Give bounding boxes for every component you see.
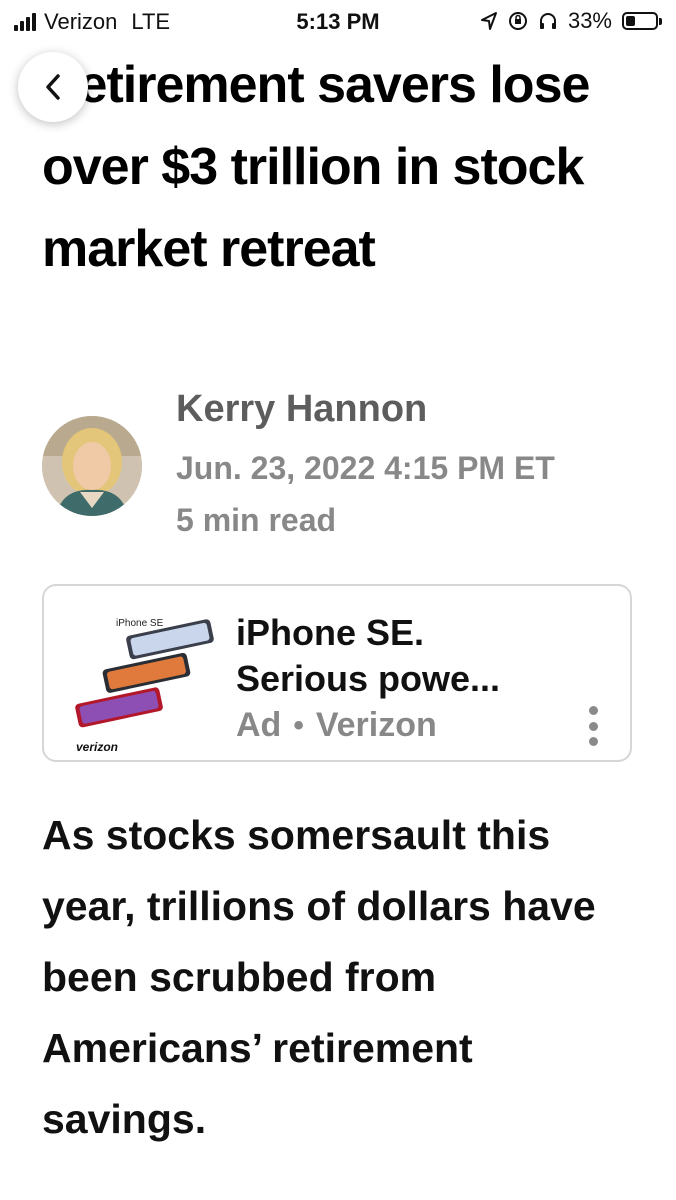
ad-image-brand-label: verizon xyxy=(76,740,119,754)
author-photo xyxy=(42,416,142,516)
ad-sponsor: Verizon xyxy=(315,706,437,744)
rotation-lock-icon xyxy=(508,12,527,30)
article-headline: Retirement savers lose over $3 trillion … xyxy=(42,56,590,278)
read-time: 5 min read xyxy=(176,502,337,538)
article-body: As stocks somersault this year, trillion… xyxy=(42,812,596,1142)
ad-separator: • xyxy=(293,708,304,742)
author-name[interactable]: Kerry Hannon xyxy=(176,388,427,431)
author-avatar[interactable] xyxy=(42,416,142,516)
location-arrow-icon xyxy=(480,12,497,30)
status-bar: Verizon LTE 5:13 PM 33% xyxy=(0,0,676,44)
chevron-left-icon xyxy=(46,74,60,100)
ad-image: iPhone SE verizon xyxy=(64,602,238,754)
status-right: 33% xyxy=(480,8,662,34)
publish-date: Jun. 23, 2022 4:15 PM ET xyxy=(176,450,555,486)
ad-meta: Ad • Verizon xyxy=(236,706,437,745)
battery-level-fill xyxy=(626,16,635,26)
ad-image-product-label: iPhone SE xyxy=(116,618,164,629)
back-button[interactable] xyxy=(18,52,88,122)
battery-icon xyxy=(622,12,662,30)
headphones-icon xyxy=(539,13,556,29)
vertical-ellipsis-icon[interactable] xyxy=(586,706,600,746)
ad-label: Ad xyxy=(236,706,282,744)
ad-title[interactable]: iPhone SE. Serious powe... xyxy=(236,610,566,702)
ad-card[interactable]: iPhone SE verizon iPhone SE. Serious pow… xyxy=(42,584,632,762)
battery-percent: 33% xyxy=(567,8,612,33)
